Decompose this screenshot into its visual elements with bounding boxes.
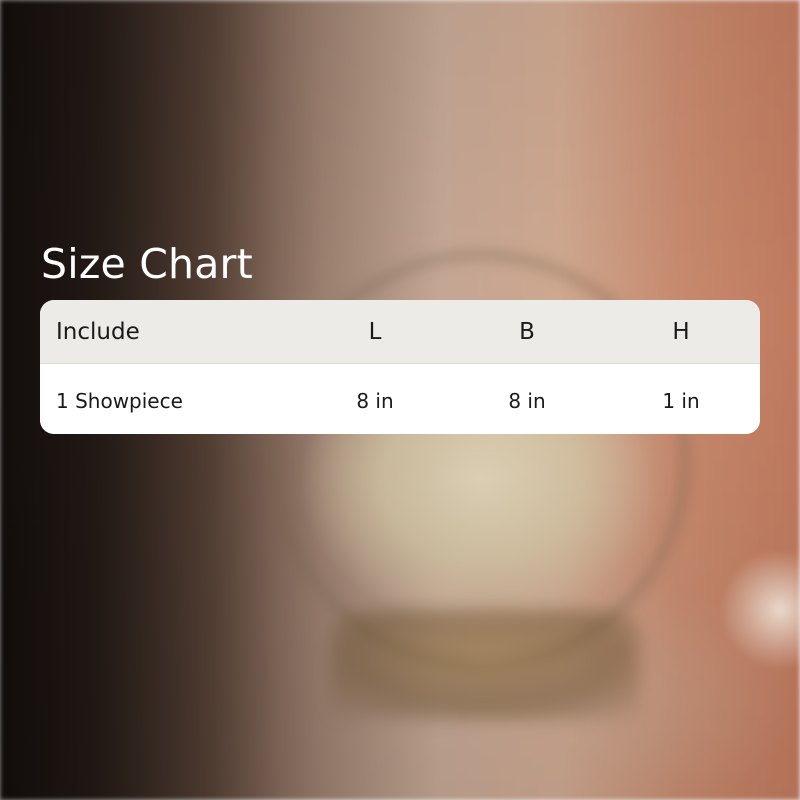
cell-length: 8 in bbox=[356, 389, 394, 413]
size-chart-title: Size Chart bbox=[41, 240, 253, 288]
header-length: L bbox=[368, 318, 382, 345]
header-breadth: B bbox=[519, 318, 535, 345]
cell-height: 1 in bbox=[662, 389, 700, 413]
size-chart-table: Include L B H 1 Showpiece 8 in 8 in 1 in bbox=[40, 300, 760, 434]
table-row: 1 Showpiece 8 in 8 in 1 in bbox=[40, 364, 760, 434]
header-height: H bbox=[672, 318, 690, 345]
cell-breadth: 8 in bbox=[508, 389, 546, 413]
cell-include: 1 Showpiece bbox=[56, 389, 183, 413]
table-header-row: Include L B H bbox=[40, 300, 760, 364]
header-include: Include bbox=[56, 318, 140, 345]
